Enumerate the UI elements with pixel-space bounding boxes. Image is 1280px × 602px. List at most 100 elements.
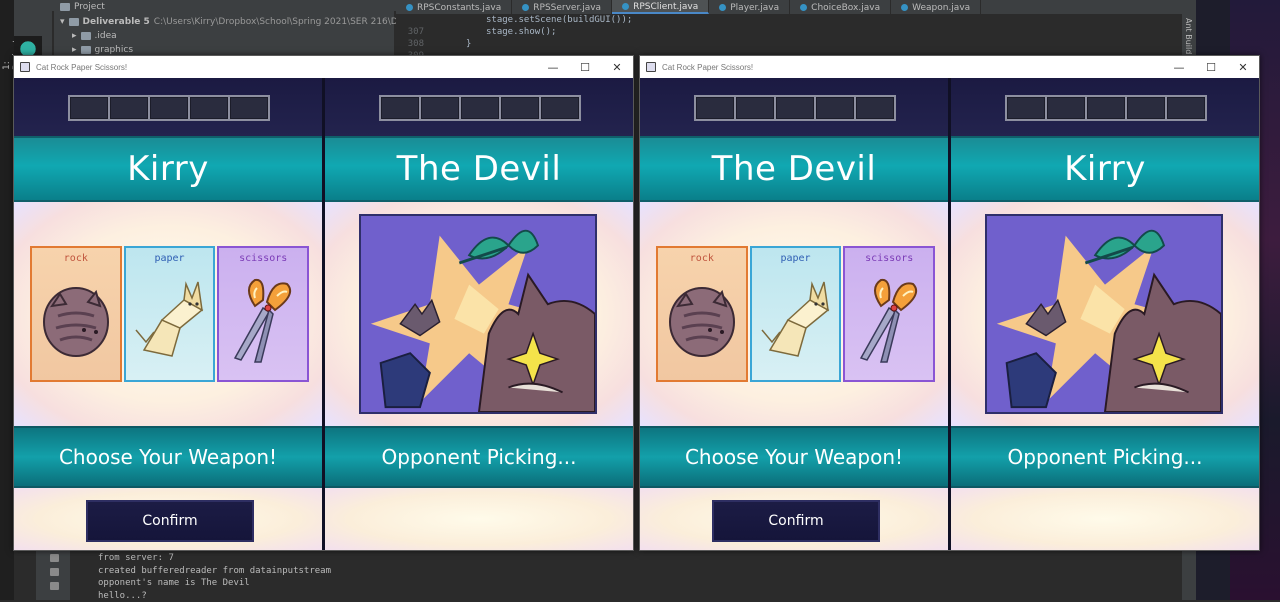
opponent-bottom-area bbox=[325, 488, 633, 550]
window-controls: — ☐ ✕ bbox=[1163, 56, 1259, 78]
tab-label: Weapon.java bbox=[912, 3, 970, 13]
opponent-panel: The Devil bbox=[325, 78, 633, 550]
editor-tab[interactable]: RPSServer.java bbox=[512, 0, 612, 14]
window-title-bar[interactable]: Cat Rock Paper Scissors! — ☐ ✕ bbox=[640, 56, 1259, 78]
close-button[interactable]: ✕ bbox=[1227, 56, 1259, 78]
confirm-button[interactable]: Confirm bbox=[712, 500, 880, 542]
tree-root[interactable]: ▾ Deliverable 5 C:\Users\Kirry\Dropbox\S… bbox=[60, 15, 451, 29]
ide-project-corner bbox=[14, 0, 52, 56]
project-menu[interactable]: Project bbox=[60, 0, 105, 14]
java-file-icon bbox=[901, 4, 908, 11]
editor-tab[interactable]: ChoiceBox.java bbox=[790, 0, 891, 14]
folder-icon bbox=[81, 46, 91, 54]
maximize-button[interactable]: ☐ bbox=[569, 56, 601, 78]
project-tree: Project ▾ Deliverable 5 C:\Users\Kirry\D… bbox=[54, 0, 394, 56]
tree-root-name: Deliverable 5 bbox=[83, 17, 150, 27]
console-toolbar bbox=[36, 550, 70, 600]
opponent-art-area bbox=[951, 202, 1259, 426]
scissors-card[interactable]: scissors bbox=[217, 246, 309, 382]
rock-card[interactable]: rock bbox=[656, 246, 748, 382]
console-line: created bufferedreader from datainputstr… bbox=[98, 565, 331, 578]
folder-icon bbox=[81, 32, 91, 40]
card-label: rock bbox=[32, 253, 120, 264]
console-line: from server: 7 bbox=[98, 552, 331, 565]
editor-tabs: RPSConstants.java RPSServer.java RPSClie… bbox=[396, 0, 1182, 14]
opponent-panel: Kirry bbox=[951, 78, 1259, 550]
editor-tab[interactable]: Player.java bbox=[709, 0, 790, 14]
status-text: Choose Your Weapon! bbox=[685, 445, 903, 469]
status-band: Choose Your Weapon! bbox=[640, 426, 948, 488]
card-label: paper bbox=[752, 253, 840, 264]
ide-tool-strip: 1: Project bbox=[0, 0, 14, 600]
tree-item-label: .idea bbox=[95, 31, 117, 41]
java-file-icon bbox=[522, 4, 529, 11]
layout-icon[interactable] bbox=[50, 582, 59, 590]
window-title: Cat Rock Paper Scissors! bbox=[36, 63, 127, 72]
console-line: hello...? bbox=[98, 590, 331, 602]
confirm-label: Confirm bbox=[768, 513, 823, 529]
expand-arrow-icon: ▾ bbox=[60, 17, 65, 27]
score-slots bbox=[1005, 95, 1207, 121]
confirm-label: Confirm bbox=[142, 513, 197, 529]
score-slot bbox=[70, 97, 108, 119]
java-file-icon bbox=[622, 3, 629, 10]
maximize-button[interactable]: ☐ bbox=[1195, 56, 1227, 78]
opponent-thinking-art bbox=[985, 214, 1223, 414]
collapse-arrow-icon: ▸ bbox=[72, 45, 77, 55]
rock-card[interactable]: rock bbox=[30, 246, 122, 382]
game-window-1: Cat Rock Paper Scissors! — ☐ ✕ Kirry bbox=[13, 55, 634, 551]
project-icon bbox=[60, 3, 70, 11]
project-tool-tab[interactable]: 1: Project bbox=[2, 30, 12, 70]
app-icon bbox=[20, 62, 30, 72]
score-slot bbox=[1127, 97, 1165, 119]
paper-cat-icon bbox=[758, 270, 834, 370]
minimize-button[interactable]: — bbox=[537, 56, 569, 78]
tab-label: RPSClient.java bbox=[633, 2, 698, 12]
scissors-card[interactable]: scissors bbox=[843, 246, 935, 382]
editor-tab[interactable]: Weapon.java bbox=[891, 0, 981, 14]
tree-item-label: graphics bbox=[95, 45, 133, 55]
tab-label: RPSConstants.java bbox=[417, 3, 501, 13]
editor-tab-active[interactable]: RPSClient.java bbox=[612, 0, 709, 14]
score-slot bbox=[421, 97, 459, 119]
score-slot bbox=[856, 97, 894, 119]
card-label: scissors bbox=[219, 253, 307, 264]
opponent-art-area bbox=[325, 202, 633, 426]
confirm-button[interactable]: Confirm bbox=[86, 500, 254, 542]
opponent-bottom-area bbox=[951, 488, 1259, 550]
minimize-button[interactable]: — bbox=[1163, 56, 1195, 78]
player-panel: The Devil rock paper bbox=[640, 78, 948, 550]
score-slot bbox=[230, 97, 268, 119]
app-icon bbox=[646, 62, 656, 72]
tab-label: RPSServer.java bbox=[533, 3, 601, 13]
game-body: The Devil rock paper bbox=[640, 78, 1259, 550]
paper-card[interactable]: paper bbox=[124, 246, 216, 382]
window-title-bar[interactable]: Cat Rock Paper Scissors! — ☐ ✕ bbox=[14, 56, 633, 78]
score-slots bbox=[694, 95, 896, 121]
close-button[interactable]: ✕ bbox=[601, 56, 633, 78]
rock-cat-icon bbox=[664, 270, 740, 370]
java-file-icon bbox=[406, 4, 413, 11]
camera-icon[interactable] bbox=[50, 554, 59, 562]
tree-item[interactable]: ▸ .idea bbox=[72, 29, 117, 43]
score-slot bbox=[110, 97, 148, 119]
score-slot bbox=[190, 97, 228, 119]
tab-label: ChoiceBox.java bbox=[811, 3, 880, 13]
card-label: rock bbox=[658, 253, 746, 264]
score-slot bbox=[1007, 97, 1045, 119]
game-body: Kirry rock paper bbox=[14, 78, 633, 550]
card-label: scissors bbox=[845, 253, 933, 264]
opponent-name: The Devil bbox=[397, 149, 562, 189]
action-area: Confirm bbox=[14, 488, 322, 550]
weapon-area: rock paper bbox=[14, 202, 322, 426]
code-editor[interactable]: 307 308 309 stage.setScene(buildGUI()); … bbox=[396, 14, 1182, 56]
pin-icon[interactable] bbox=[50, 568, 59, 576]
score-slot bbox=[696, 97, 734, 119]
ant-build-tab[interactable]: Ant Build bbox=[1184, 18, 1193, 54]
score-strip bbox=[951, 78, 1259, 136]
status-band: Opponent Picking... bbox=[325, 426, 633, 488]
folder-icon bbox=[69, 18, 79, 26]
opponent-name-band: Kirry bbox=[951, 136, 1259, 202]
editor-tab[interactable]: RPSConstants.java bbox=[396, 0, 512, 14]
paper-card[interactable]: paper bbox=[750, 246, 842, 382]
